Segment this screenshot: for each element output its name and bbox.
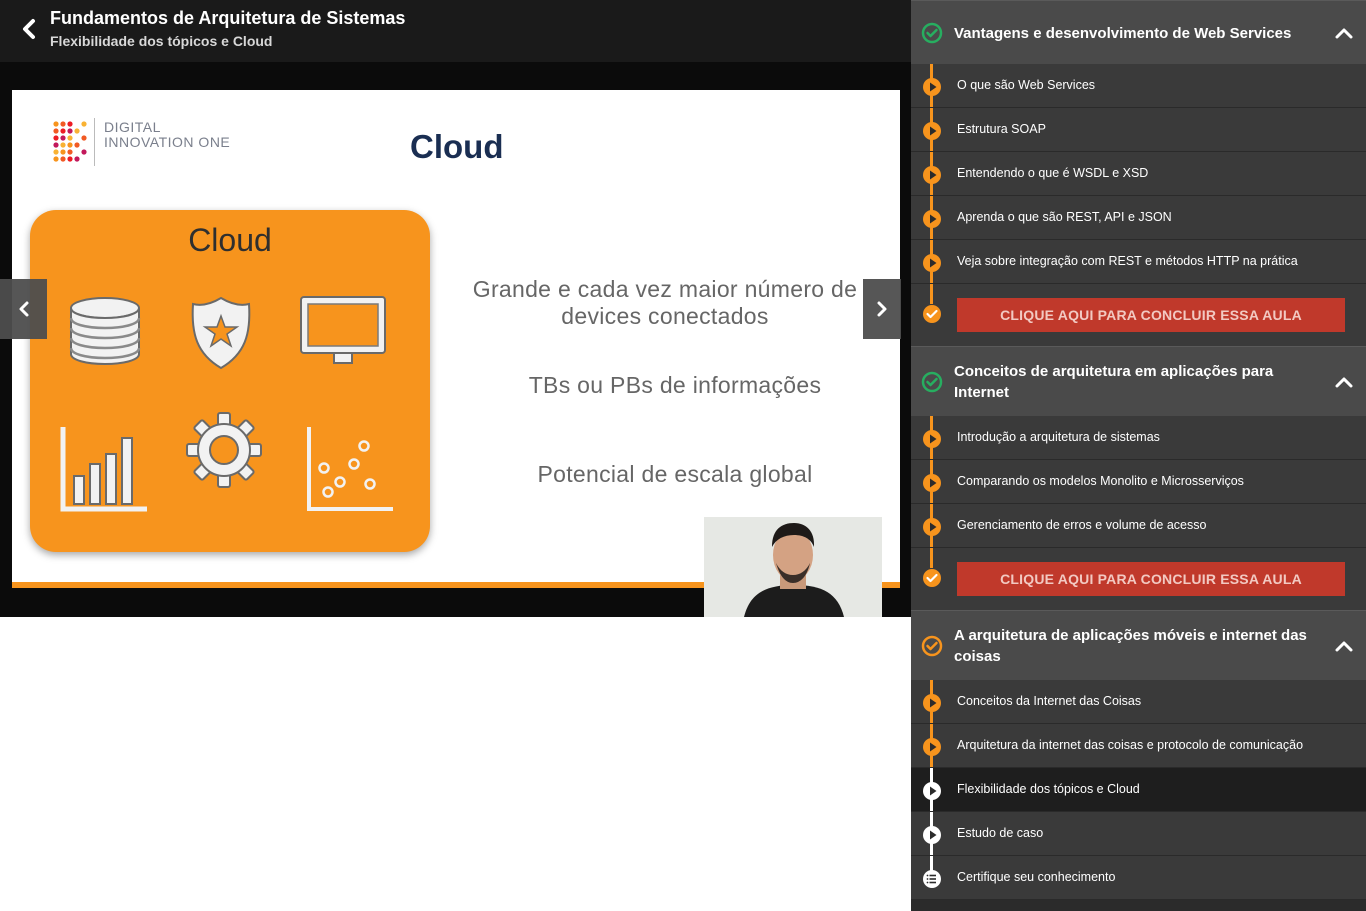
play-icon [923,782,941,800]
conclude-lesson-button[interactable]: CLIQUE AQUI PARA CONCLUIR ESSA AULA [957,298,1345,332]
lesson-label: Flexibilidade dos tópicos e Cloud [957,782,1140,796]
slide-heading: Cloud [410,128,504,165]
conclude-row: CLIQUE AQUI PARA CONCLUIR ESSA AULA [911,548,1366,610]
lesson-item[interactable]: Aprenda o que são REST, API e JSON [911,196,1366,240]
lesson-label: Certifique seu conhecimento [957,870,1116,884]
video-slide: DIGITAL INNOVATION ONE Cloud Cloud Grand… [12,90,900,588]
lesson-item[interactable]: O que são Web Services [911,64,1366,108]
section-complete-icon [921,22,943,44]
course-title: Fundamentos de Arquitetura de Sistemas [50,8,406,28]
chevron-right-icon [877,301,887,317]
play-icon [923,694,941,712]
lesson-label: Veja sobre integração com REST e métodos… [957,254,1298,268]
lesson-label: Estrutura SOAP [957,122,1046,136]
video-player[interactable]: DIGITAL INNOVATION ONE Cloud Cloud Grand… [0,62,911,617]
chevron-up-icon[interactable] [1334,26,1354,40]
lesson-label: Gerenciamento de erros e volume de acess… [957,518,1207,532]
lesson-item[interactable]: Entendendo o que é WSDL e XSD [911,152,1366,196]
cloud-illustration: Cloud [30,210,430,552]
play-icon [923,254,941,272]
progress-rail [930,548,933,568]
play-icon [923,78,941,96]
play-icon [923,210,941,228]
lesson-label: Aprenda o que são REST, API e JSON [957,210,1172,224]
quiz-list-icon [923,870,941,888]
instructor-avatar [704,517,882,617]
chevron-left-icon [19,301,28,317]
progress-rail [930,284,933,304]
scatter-plot-icon [307,427,393,511]
logo-text: DIGITAL INNOVATION ONE [104,119,231,150]
section-title: Vantagens e desenvolvimento de Web Servi… [954,25,1292,42]
lesson-item[interactable]: Veja sobre integração com REST e métodos… [911,240,1366,284]
lesson-item[interactable]: Comparando os modelos Monolito e Micross… [911,460,1366,504]
slide-text-storage: TBs ou PBs de informações [528,372,822,398]
lesson-item[interactable]: Estudo de caso [911,812,1366,856]
section-header[interactable]: Vantagens e desenvolvimento de Web Servi… [911,0,1366,64]
section-header[interactable]: A arquitetura de aplicações móveis e int… [911,610,1366,680]
database-icon [69,297,141,366]
dio-logo-icon [53,121,87,162]
section-title: A arquitetura de aplicações móveis e int… [954,627,1307,665]
chevron-up-icon[interactable] [1334,375,1354,389]
lesson-label: Entendendo o que é WSDL e XSD [957,166,1149,180]
check-icon [923,569,941,587]
course-section: Vantagens e desenvolvimento de Web Servi… [911,0,1366,346]
badge-star-icon [191,296,251,370]
play-icon [923,122,941,140]
play-icon [923,166,941,184]
slide-text-scale: Potencial de escala global [537,461,813,487]
chevron-left-icon [23,19,35,39]
section-header[interactable]: Conceitos de arquitetura em aplicações p… [911,346,1366,416]
lesson-item[interactable]: Estrutura SOAP [911,108,1366,152]
section-in-progress-icon [921,635,943,657]
app-root: Fundamentos de Arquitetura de Sistemas F… [0,0,1366,911]
play-icon [923,518,941,536]
gear-icon [186,412,262,488]
course-section: A arquitetura de aplicações móveis e int… [911,610,1366,900]
course-section: Conceitos de arquitetura em aplicações p… [911,346,1366,610]
section-title: Conceitos de arquitetura em aplicações p… [954,363,1274,401]
lesson-item[interactable]: Flexibilidade dos tópicos e Cloud [911,768,1366,812]
slide-text-devices: Grande e cada vez maior número de device… [472,276,858,329]
section-complete-icon [921,371,943,393]
chevron-up-icon[interactable] [1334,639,1354,653]
lesson-item[interactable]: Gerenciamento de erros e volume de acess… [911,504,1366,548]
cloud-box-title: Cloud [188,222,272,258]
lesson-item[interactable]: Certifique seu conhecimento [911,856,1366,900]
play-icon [923,430,941,448]
conclude-lesson-button[interactable]: CLIQUE AQUI PARA CONCLUIR ESSA AULA [957,562,1345,596]
lesson-label: Comparando os modelos Monolito e Micross… [957,474,1244,488]
bar-chart-icon [60,427,147,512]
play-icon [923,738,941,756]
previous-slide-button[interactable] [0,279,47,339]
lesson-label: O que são Web Services [957,78,1096,92]
lesson-subtitle: Flexibilidade dos tópicos e Cloud [50,33,273,49]
player-header: Fundamentos de Arquitetura de Sistemas F… [0,0,911,62]
back-button[interactable] [14,14,44,44]
lesson-label: Arquitetura da internet das coisas e pro… [957,738,1304,752]
play-icon [923,474,941,492]
play-icon [923,826,941,844]
monitor-icon [300,296,386,364]
lesson-label: Estudo de caso [957,826,1044,840]
lesson-item[interactable]: Introdução a arquitetura de sistemas [911,416,1366,460]
lesson-label: Introdução a arquitetura de sistemas [957,430,1160,444]
next-slide-button[interactable] [863,279,901,339]
instructor-webcam [704,517,882,617]
course-sidebar: Vantagens e desenvolvimento de Web Servi… [911,0,1366,911]
lesson-label: Conceitos da Internet das Coisas [957,694,1142,708]
lesson-item[interactable]: Conceitos da Internet das Coisas [911,680,1366,724]
logo-divider [94,118,95,166]
lesson-item[interactable]: Arquitetura da internet das coisas e pro… [911,724,1366,768]
check-icon [923,305,941,323]
conclude-row: CLIQUE AQUI PARA CONCLUIR ESSA AULA [911,284,1366,346]
